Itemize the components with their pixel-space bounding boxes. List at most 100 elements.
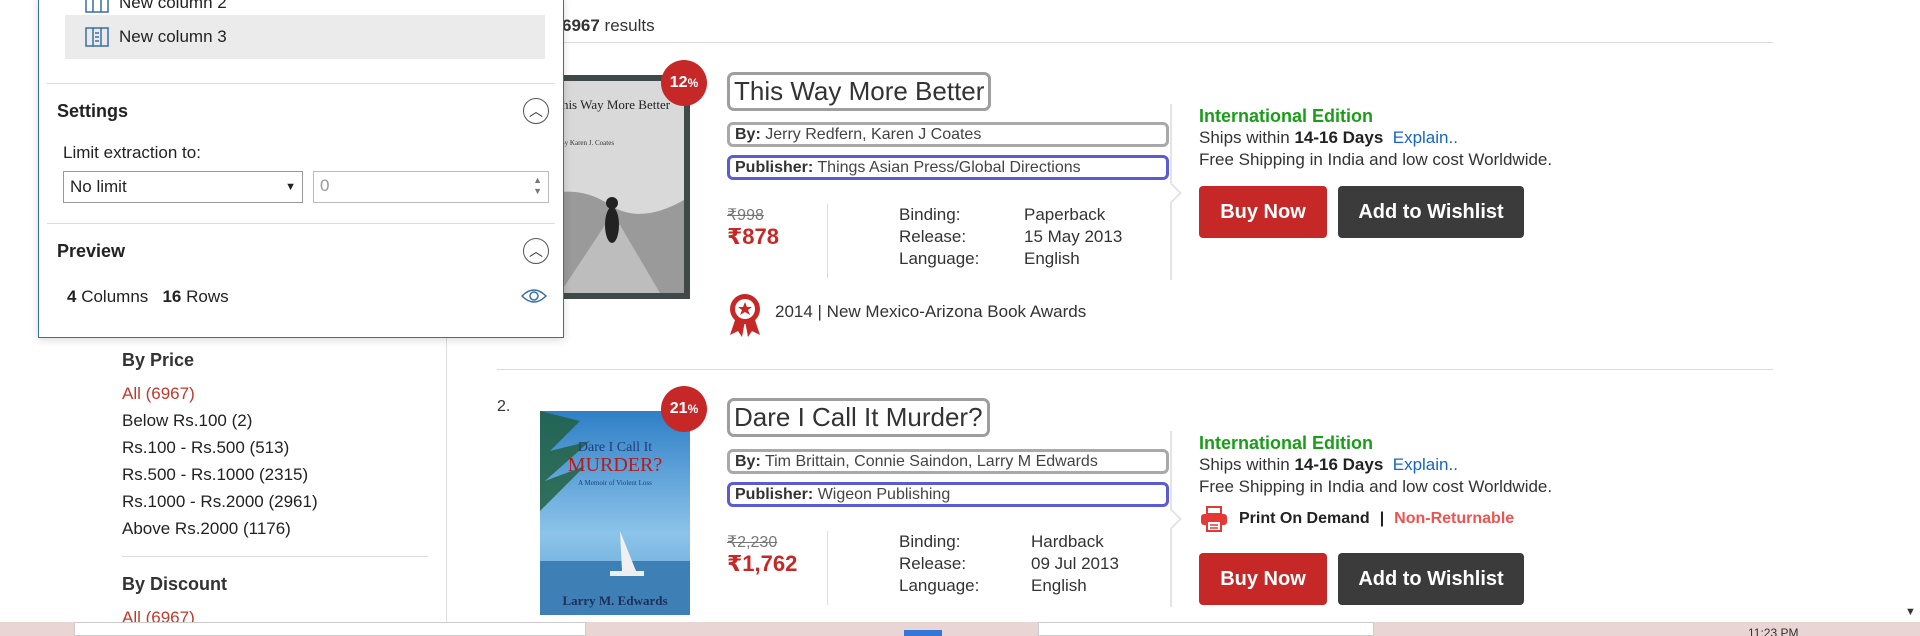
book-publisher: Publisher: Wigeon Publishing bbox=[727, 482, 1169, 507]
discount-percent-sign: % bbox=[687, 76, 699, 90]
price-filter-above-2000[interactable]: Above Rs.2000 (1176) bbox=[122, 515, 428, 542]
price-filter-500-1000[interactable]: Rs.500 - Rs.1000 (2315) bbox=[122, 461, 428, 488]
mrp-price: ₹998 bbox=[727, 207, 764, 224]
limit-label: Limit extraction to: bbox=[63, 143, 201, 162]
discount-value: 12 bbox=[669, 74, 688, 91]
preview-stats: 4 Columns 16 Rows bbox=[67, 287, 229, 307]
book-cover-2[interactable]: Dare I Call It MURDER? A Memoir of Viole… bbox=[540, 411, 690, 615]
book-title-link[interactable]: Dare I Call It Murder? bbox=[727, 398, 990, 437]
limit-number-value: 0 bbox=[320, 176, 330, 195]
non-returnable-label: Non-Returnable bbox=[1394, 510, 1515, 527]
mrp-price: ₹2,230 bbox=[727, 534, 778, 551]
rows-count: 16 bbox=[162, 287, 182, 306]
results-divider bbox=[497, 369, 1773, 370]
columns-count: 4 bbox=[67, 287, 77, 306]
free-shipping-text: Free Shipping in India and low cost Worl… bbox=[1199, 477, 1553, 496]
publisher-text[interactable]: Wigeon Publishing bbox=[818, 486, 951, 503]
spec-labels: Binding: Release: Language: bbox=[899, 531, 979, 597]
extraction-panel: New column 2 New column 3 Settings ︿ Lim… bbox=[38, 0, 564, 338]
sale-price: ₹1,762 bbox=[727, 551, 798, 576]
cover-author-text: Larry M. Edwards bbox=[562, 593, 667, 608]
book-publisher: Publisher: Things Asian Press/Global Dir… bbox=[727, 155, 1169, 180]
add-to-wishlist-button[interactable]: Add to Wishlist bbox=[1338, 186, 1524, 238]
price-filter-below-100[interactable]: Below Rs.100 (2) bbox=[122, 407, 428, 434]
language-value: English bbox=[1031, 576, 1087, 595]
result-index: 2. bbox=[497, 398, 511, 415]
scroll-down-icon[interactable]: ▼ bbox=[1905, 606, 1916, 618]
taskbar-clock: 11:23 PM bbox=[1748, 626, 1799, 636]
release-value: 15 May 2013 bbox=[1024, 227, 1123, 246]
column-icon bbox=[85, 0, 109, 13]
taskbar-app-indicator[interactable] bbox=[904, 630, 942, 636]
filter-price-title: By Price bbox=[122, 350, 195, 370]
shipping-time: Ships within 14-16 Days Explain.. bbox=[1199, 128, 1458, 148]
price-filter-list: All (6967) Below Rs.100 (2) Rs.100 - Rs.… bbox=[122, 380, 428, 542]
chevron-up-icon: ︿ bbox=[529, 103, 543, 119]
dropdown-arrow-icon: ▼ bbox=[285, 181, 296, 193]
results-divider-top bbox=[497, 42, 1773, 43]
price-filter-1000-2000[interactable]: Rs.1000 - Rs.2000 (2961) bbox=[122, 488, 428, 515]
ships-days: 14-16 Days bbox=[1294, 128, 1384, 147]
discount-value: 21 bbox=[669, 400, 688, 417]
printer-icon bbox=[1201, 506, 1227, 532]
cover-title-text: This Way More Better bbox=[554, 97, 671, 112]
results-count-label: results bbox=[599, 16, 655, 35]
explain-link[interactable]: Explain.. bbox=[1393, 128, 1458, 147]
filter-discount-title: By Discount bbox=[122, 574, 228, 594]
collapse-settings-button[interactable]: ︿ bbox=[523, 98, 549, 124]
book-title-link[interactable]: This Way More Better bbox=[727, 72, 992, 111]
preview-title: Preview bbox=[57, 241, 126, 261]
book-cover-art: Dare I Call It MURDER? A Memoir of Viole… bbox=[540, 411, 690, 615]
buy-now-button[interactable]: Buy Now bbox=[1199, 186, 1327, 238]
spec-values: Paperback 15 May 2013 English bbox=[1024, 204, 1122, 270]
collapse-preview-button[interactable]: ︿ bbox=[523, 238, 549, 264]
discount-badge: 21% bbox=[661, 386, 707, 432]
panel-separator bbox=[47, 223, 555, 224]
eye-icon[interactable] bbox=[521, 287, 547, 305]
language-label: Language: bbox=[899, 576, 980, 595]
binding-label: Binding: bbox=[899, 532, 961, 551]
ships-prefix: Ships within bbox=[1199, 128, 1295, 147]
print-on-demand-label: Print On Demand bbox=[1239, 510, 1370, 527]
limit-select[interactable]: No limit ▼ bbox=[63, 171, 303, 203]
release-label: Release: bbox=[899, 554, 967, 573]
chevron-right-icon bbox=[1162, 509, 1182, 529]
by-label: By: bbox=[735, 453, 761, 470]
award-ribbon-icon bbox=[730, 294, 760, 337]
cover-subtitle: A Memoir of Violent Loss bbox=[578, 479, 652, 487]
price-filter-all[interactable]: All (6967) bbox=[122, 380, 428, 407]
spec-values: Hardback 09 Jul 2013 English bbox=[1031, 531, 1119, 597]
explain-link[interactable]: Explain.. bbox=[1393, 455, 1458, 474]
language-label: Language: bbox=[899, 249, 980, 268]
price-divider bbox=[827, 204, 828, 278]
cover-author-text: By Karen J. Coates bbox=[560, 139, 614, 147]
publisher-text[interactable]: Things Asian Press/Global Directions bbox=[817, 159, 1080, 176]
price-divider bbox=[827, 531, 828, 605]
edition-label: International Edition bbox=[1199, 106, 1373, 126]
add-to-wishlist-button[interactable]: Add to Wishlist bbox=[1338, 553, 1524, 605]
column-icon bbox=[85, 27, 109, 47]
authors-text[interactable]: Tim Brittain, Connie Saindon, Larry M Ed… bbox=[765, 453, 1098, 470]
number-spinner-icon[interactable]: ▲ ▼ bbox=[533, 175, 542, 197]
rows-label: Rows bbox=[186, 287, 229, 306]
buy-now-button[interactable]: Buy Now bbox=[1199, 553, 1327, 605]
award-text[interactable]: 2014 | New Mexico-Arizona Book Awards bbox=[775, 302, 1086, 322]
column-item-3[interactable]: New column 3 bbox=[65, 15, 545, 59]
taskbar-window[interactable] bbox=[1038, 622, 1374, 636]
sale-price: ₹878 bbox=[727, 224, 780, 249]
filter-by-price: By Price All (6967) Below Rs.100 (2) Rs.… bbox=[122, 350, 428, 542]
filter-divider bbox=[122, 556, 428, 557]
publisher-label: Publisher: bbox=[735, 486, 814, 503]
authors-text[interactable]: Jerry Redfern, Karen J Coates bbox=[765, 126, 981, 143]
results-count: 6967 results bbox=[562, 16, 655, 36]
ships-days: 14-16 Days bbox=[1294, 455, 1384, 474]
price-filter-100-500[interactable]: Rs.100 - Rs.500 (513) bbox=[122, 434, 428, 461]
panel-separator bbox=[47, 83, 555, 84]
limit-number-input[interactable]: 0 ▲ ▼ bbox=[313, 171, 549, 203]
publisher-label: Publisher: bbox=[735, 159, 814, 176]
print-on-demand-row: Print On Demand | Non-Returnable bbox=[1199, 506, 1514, 532]
taskbar-search-box[interactable] bbox=[74, 622, 586, 636]
edition-label: International Edition bbox=[1199, 433, 1373, 453]
column-item-2-label: New column 2 bbox=[119, 0, 227, 12]
pod-separator: | bbox=[1379, 510, 1385, 527]
